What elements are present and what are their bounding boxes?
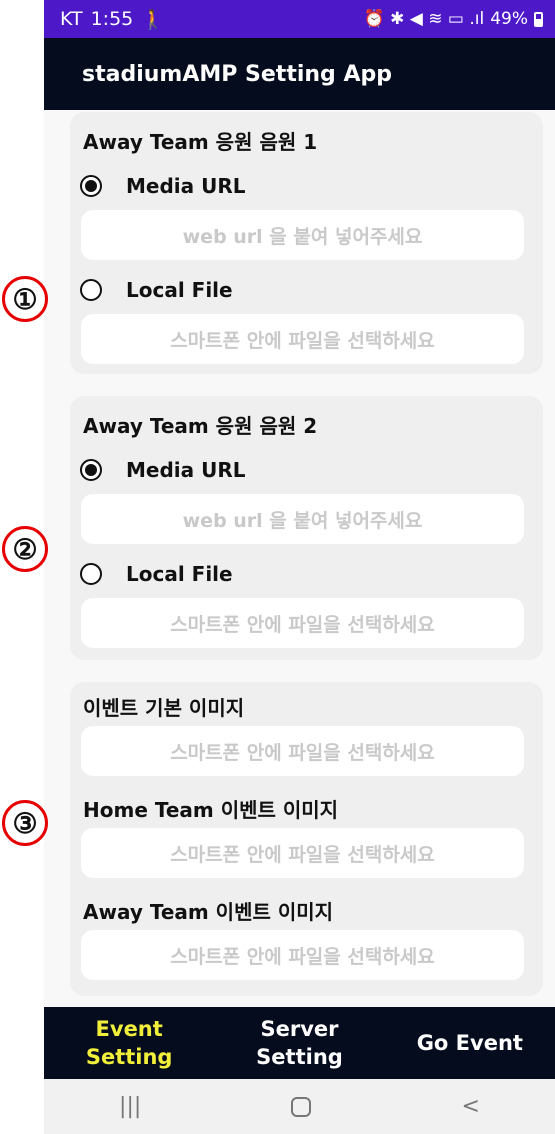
- settings-content[interactable]: Away Team 응원 음원 1 Media URL web url 을 붙여…: [44, 110, 555, 1007]
- file-picker[interactable]: 스마트폰 안에 파일을 선택하세요: [81, 314, 524, 364]
- away-audio-2-card: Away Team 응원 음원 2 Media URL web url 을 붙여…: [70, 396, 543, 660]
- tab-label-line1: Event: [95, 1017, 163, 1041]
- radio-unchecked-icon[interactable]: [80, 563, 102, 585]
- tab-server-setting[interactable]: Server Setting: [214, 1015, 384, 1071]
- radio-local-file[interactable]: Local File: [80, 562, 233, 586]
- radio-checked-icon[interactable]: [80, 459, 102, 481]
- person-walk-icon: 🚶: [141, 8, 165, 31]
- back-icon[interactable]: <: [461, 1094, 479, 1119]
- radio-unchecked-icon[interactable]: [80, 279, 102, 301]
- radio-checked-icon[interactable]: [80, 175, 102, 197]
- radio-media-url[interactable]: Media URL: [80, 174, 245, 198]
- file-picker[interactable]: 스마트폰 안에 파일을 선택하세요: [81, 598, 524, 648]
- battery-icon: [534, 11, 543, 27]
- away-image-picker[interactable]: 스마트폰 안에 파일을 선택하세요: [81, 930, 524, 980]
- status-right: ⏰ ✱ ◀ ≋ ▭ .ıl 49%: [364, 9, 543, 29]
- url-input[interactable]: web url 을 붙여 넣어주세요: [81, 210, 524, 260]
- app-bar: stadiumAMP Setting App: [44, 38, 555, 110]
- event-images-card: 이벤트 기본 이미지 스마트폰 안에 파일을 선택하세요 Home Team 이…: [70, 682, 543, 996]
- radio-local-file[interactable]: Local File: [80, 278, 233, 302]
- radio-label: Local File: [126, 562, 233, 586]
- annotation-marker-2: ②: [2, 526, 48, 572]
- system-nav-bar: ||| <: [44, 1079, 555, 1134]
- carrier-label: KT: [60, 8, 83, 30]
- battery-percent: 49%: [490, 9, 528, 29]
- tab-go-event[interactable]: Go Event: [385, 1029, 555, 1057]
- card-title: Away Team 응원 음원 2: [83, 414, 318, 438]
- radio-media-url[interactable]: Media URL: [80, 458, 245, 482]
- status-bar: KT 1:55 🚶 ⏰ ✱ ◀ ≋ ▭ .ıl 49%: [44, 0, 555, 38]
- default-image-title: 이벤트 기본 이미지: [83, 696, 245, 720]
- away-image-title: Away Team 이벤트 이미지: [83, 900, 334, 924]
- default-image-picker[interactable]: 스마트폰 안에 파일을 선택하세요: [81, 726, 524, 776]
- app-title: stadiumAMP Setting App: [82, 61, 392, 87]
- recents-icon[interactable]: |||: [119, 1094, 141, 1119]
- annotation-marker-1: ①: [2, 276, 48, 322]
- home-icon[interactable]: [291, 1096, 312, 1117]
- tab-label-line2: Setting: [85, 1045, 173, 1069]
- radio-label: Media URL: [126, 458, 246, 482]
- tab-label-line1: Server: [260, 1017, 339, 1041]
- home-image-title: Home Team 이벤트 이미지: [83, 798, 339, 822]
- radio-label: Media URL: [126, 174, 246, 198]
- card-title: Away Team 응원 음원 1: [83, 130, 318, 154]
- status-icons: ⏰ ✱ ◀ ≋ ▭ .ıl: [363, 9, 485, 29]
- url-input[interactable]: web url 을 붙여 넣어주세요: [81, 494, 524, 544]
- away-audio-1-card: Away Team 응원 음원 1 Media URL web url 을 붙여…: [70, 112, 543, 374]
- bottom-nav: Event Setting Server Setting Go Event: [44, 1007, 555, 1079]
- home-image-picker[interactable]: 스마트폰 안에 파일을 선택하세요: [81, 828, 524, 878]
- tab-label-line2: Setting: [256, 1045, 343, 1069]
- clock: 1:55: [90, 8, 134, 30]
- status-left: KT 1:55 🚶: [60, 8, 165, 31]
- annotation-marker-3: ③: [2, 800, 48, 846]
- radio-label: Local File: [126, 278, 233, 302]
- tab-label: Go Event: [416, 1031, 523, 1055]
- tab-event-setting[interactable]: Event Setting: [44, 1015, 214, 1071]
